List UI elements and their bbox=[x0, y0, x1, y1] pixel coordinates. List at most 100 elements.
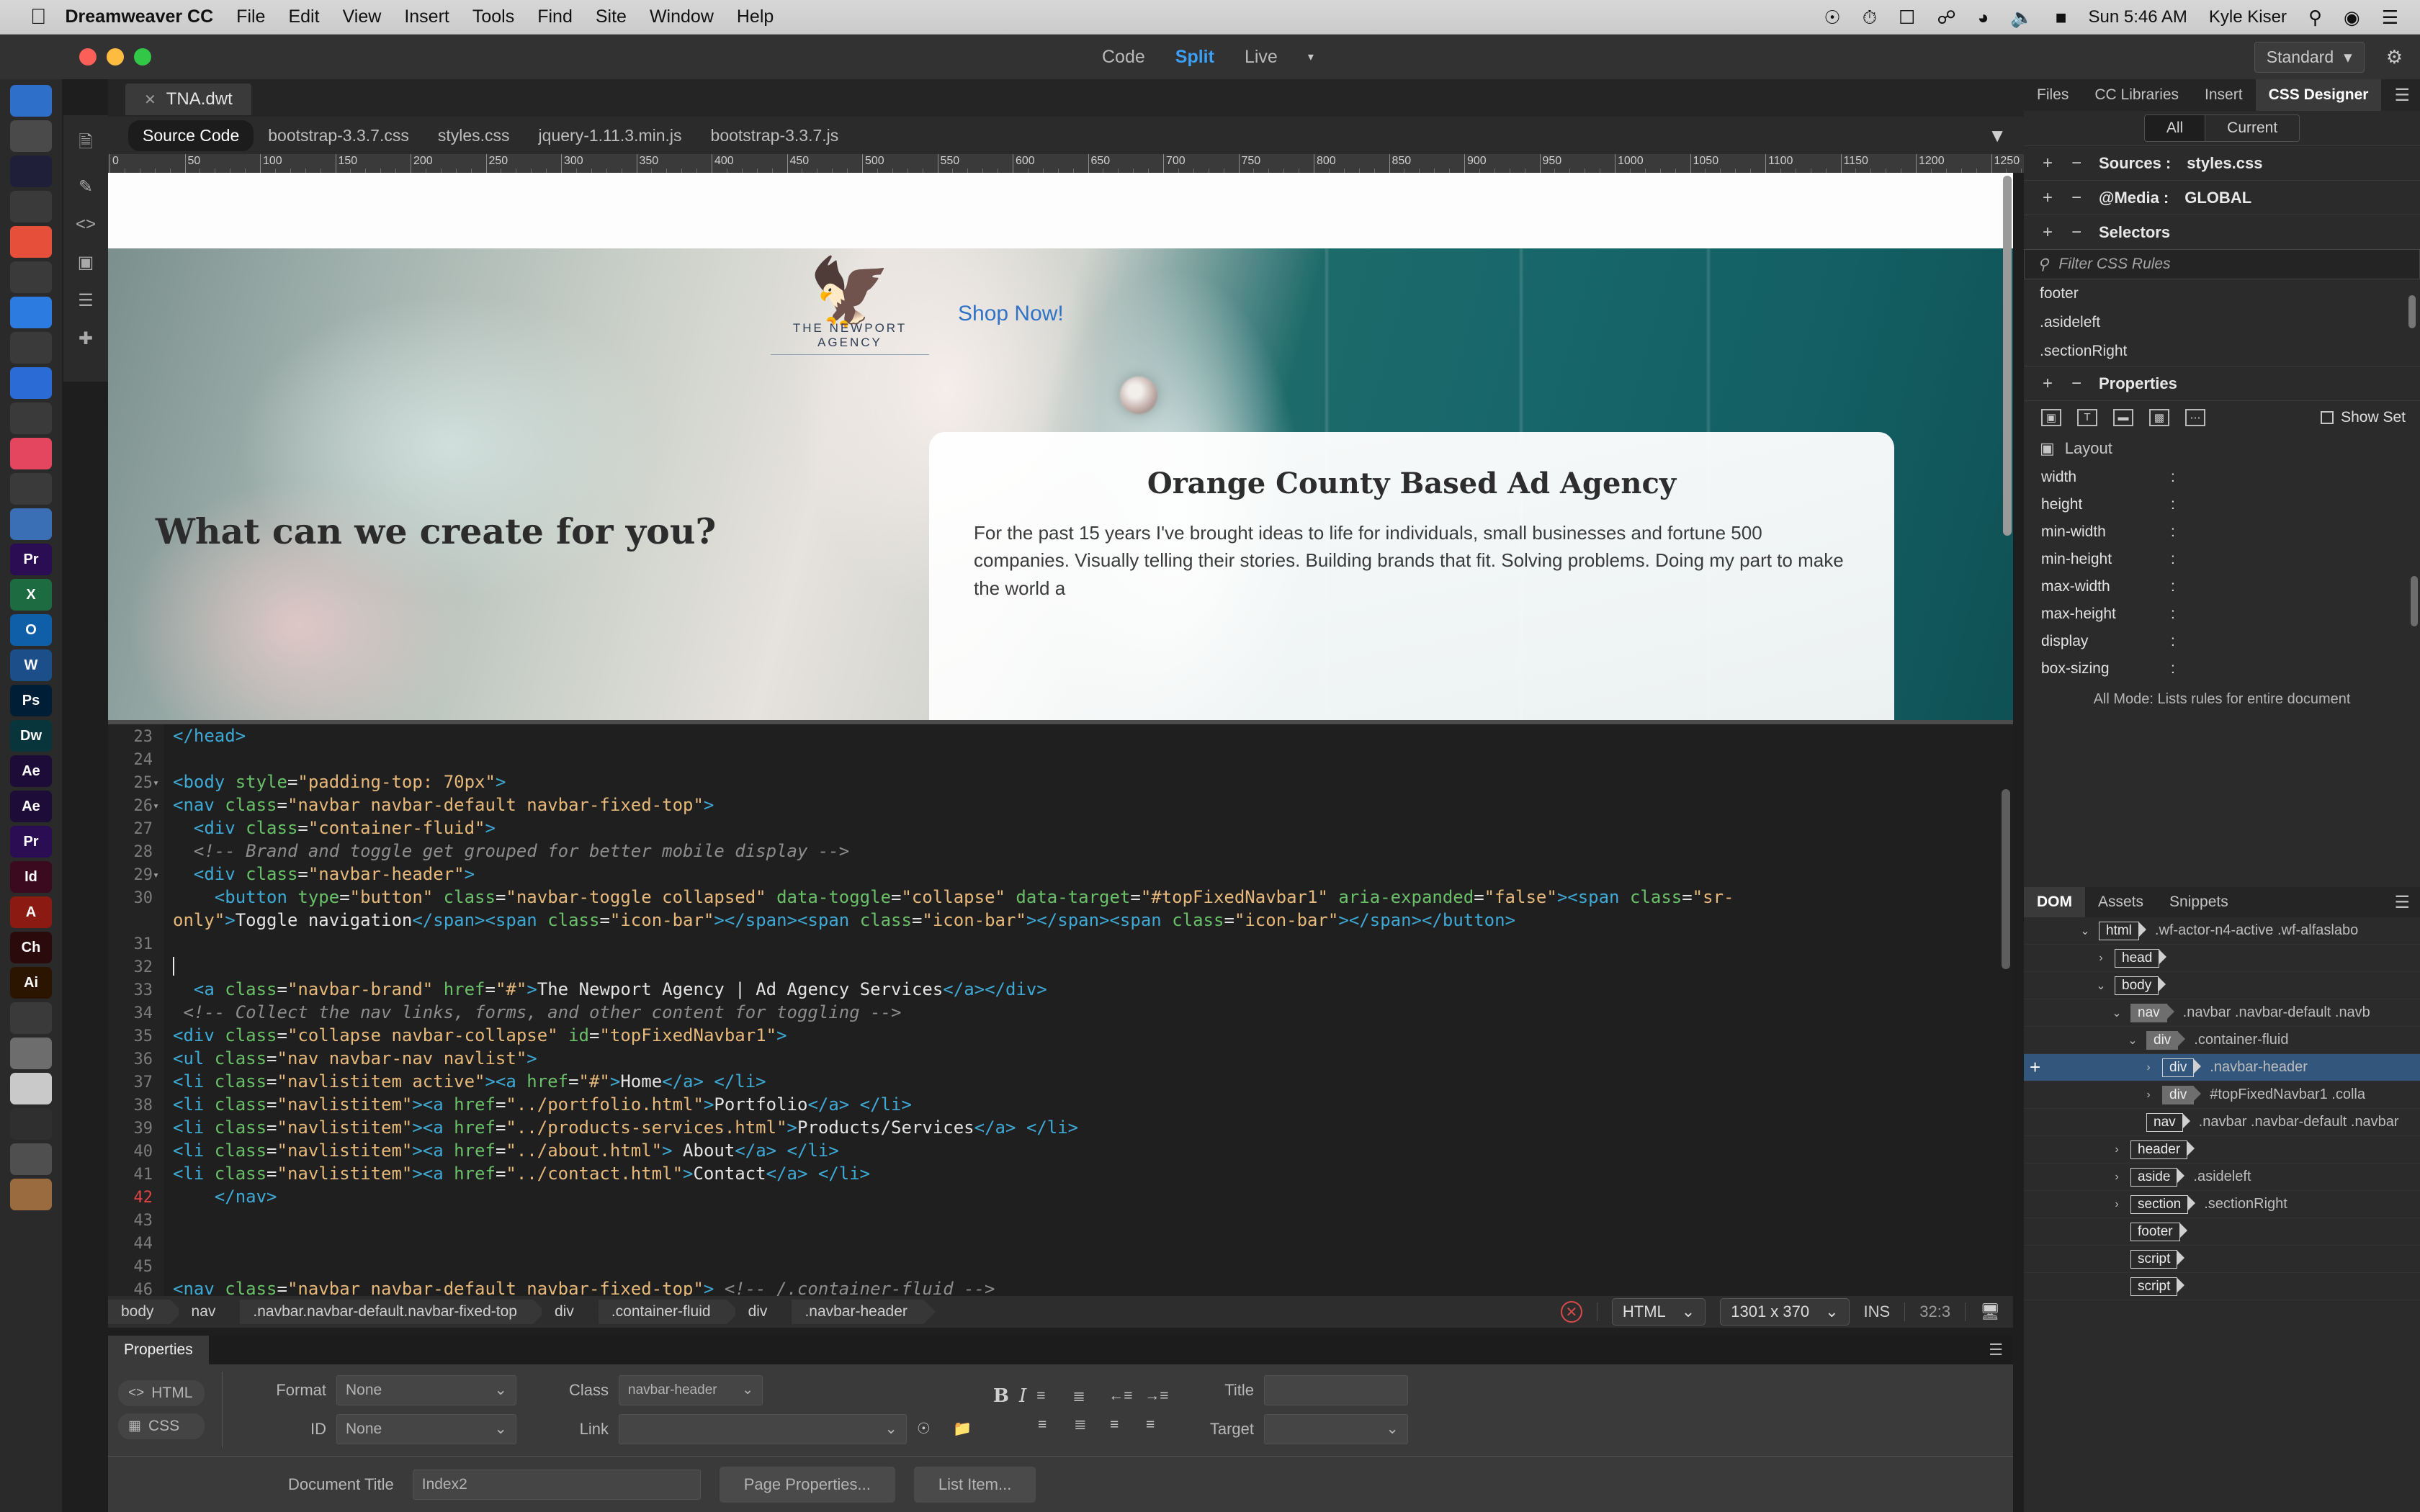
document-title-input[interactable]: Index2 bbox=[412, 1469, 701, 1500]
dom-node-aside[interactable]: › aside .asideleft bbox=[2024, 1164, 2420, 1191]
css-property-min-width[interactable]: min-width: bbox=[2024, 518, 2420, 546]
properties-section-row[interactable]: + − Properties bbox=[2024, 366, 2420, 400]
shop-now-link[interactable]: Shop Now! bbox=[958, 302, 1064, 326]
code-line[interactable]: 41 <li class="navlistitem"><a href="../co… bbox=[108, 1164, 2002, 1187]
code-fold-toggle[interactable] bbox=[153, 1187, 169, 1191]
unordered-list-icon[interactable]: ≡ bbox=[1036, 1387, 1062, 1405]
code-fold-toggle[interactable] bbox=[153, 910, 169, 914]
link-input[interactable]: ⌄ bbox=[619, 1413, 907, 1444]
filter-icon[interactable]: ▼ bbox=[1988, 125, 2007, 147]
border-icon[interactable]: ▬ bbox=[2113, 408, 2133, 426]
panel-menu-icon[interactable]: ☰ bbox=[2384, 887, 2420, 917]
remove-property-icon[interactable]: − bbox=[2070, 374, 2083, 394]
breadcrumb-item-1[interactable]: nav bbox=[178, 1300, 244, 1324]
gear-icon[interactable]: ⚙ bbox=[2386, 46, 2403, 68]
workspace-switcher-button[interactable]: Standard ▾ bbox=[2254, 41, 2365, 73]
code-fold-toggle[interactable] bbox=[153, 979, 169, 984]
scope-current-button[interactable]: Current bbox=[2205, 114, 2300, 142]
dock-item-dreamweaver[interactable]: Dw bbox=[10, 720, 52, 752]
menu-find[interactable]: Find bbox=[537, 6, 573, 27]
code-editor[interactable]: 23 </head> 24 25 ▾ <body style="padding-top: … bbox=[108, 724, 2013, 1296]
panel-tab-cc-libraries[interactable]: CC Libraries bbox=[2081, 79, 2192, 111]
code-line[interactable]: only">Toggle navigation</span><span clas… bbox=[108, 910, 2002, 933]
code-line[interactable]: 37 <li class="navlistitem active"><a href… bbox=[108, 1071, 2002, 1094]
outdent-icon[interactable]: ←≡ bbox=[1108, 1387, 1134, 1405]
add-selector-icon[interactable]: + bbox=[2041, 222, 2054, 243]
dom-node-script[interactable]: script bbox=[2024, 1246, 2420, 1273]
dock-item-word[interactable]: W bbox=[10, 649, 52, 681]
code-fold-toggle[interactable] bbox=[153, 1140, 169, 1145]
layout-icon[interactable]: ▣ bbox=[2041, 408, 2061, 426]
dock-item-photoshop[interactable]: Ps bbox=[10, 685, 52, 716]
css-property-height[interactable]: height: bbox=[2024, 491, 2420, 518]
dock-item-excel[interactable]: X bbox=[10, 579, 52, 611]
add-element-icon[interactable]: + bbox=[2024, 1056, 2048, 1079]
add-source-icon[interactable]: + bbox=[2041, 153, 2054, 174]
code-line[interactable]: 25 ▾ <body style="padding-top: 70px"> bbox=[108, 772, 2002, 795]
selectors-row[interactable]: + − Selectors bbox=[2024, 215, 2420, 249]
code-fold-toggle[interactable] bbox=[153, 1210, 169, 1214]
related-file-tab-4[interactable]: bootstrap-3.3.7.js bbox=[696, 120, 853, 151]
menu-file[interactable]: File bbox=[236, 6, 265, 27]
add-property-icon[interactable]: + bbox=[2041, 374, 2054, 394]
selector-item-2[interactable]: .sectionRight bbox=[2024, 337, 2420, 366]
real-time-preview-icon[interactable]: 🖥 bbox=[1980, 1302, 2000, 1321]
media-row[interactable]: + − @Media : GLOBAL bbox=[2024, 180, 2420, 215]
dom-expand-toggle[interactable]: › bbox=[2110, 1143, 2123, 1156]
panel-menu-icon[interactable]: ☰ bbox=[2384, 79, 2420, 111]
html-mode-button[interactable]: <> HTML bbox=[118, 1380, 205, 1406]
code-fold-toggle[interactable] bbox=[153, 933, 169, 937]
code-line[interactable]: 32 bbox=[108, 956, 2002, 979]
selector-item-1[interactable]: .asideleft bbox=[2024, 308, 2420, 337]
dom-node-body[interactable]: ⌄ body bbox=[2024, 972, 2420, 999]
code-fold-toggle[interactable]: ▾ bbox=[153, 795, 169, 812]
customize-toolbar-icon[interactable]: ✚ bbox=[79, 328, 93, 349]
code-fold-toggle[interactable] bbox=[153, 1025, 169, 1030]
code-line[interactable]: 44 bbox=[108, 1233, 2002, 1256]
battery-icon[interactable]: ■ bbox=[2056, 8, 2067, 27]
dom-expand-toggle[interactable]: › bbox=[2142, 1061, 2155, 1074]
css-mode-button[interactable]: ▦ CSS bbox=[118, 1413, 205, 1439]
dom-node-div[interactable]: + › div .navbar-header bbox=[2024, 1054, 2420, 1081]
breadcrumb-item-5[interactable]: div bbox=[735, 1300, 796, 1324]
document-tab[interactable]: ✕ TNA.dwt bbox=[125, 84, 251, 115]
breadcrumb-item-0[interactable]: body bbox=[108, 1300, 182, 1324]
breadcrumb-item-2[interactable]: .navbar.navbar-default.navbar-fixed-top bbox=[240, 1300, 545, 1324]
css-property-display[interactable]: display: bbox=[2024, 628, 2420, 655]
live-view-preview[interactable]: What can we create for you? 🦅 THE NEWPOR… bbox=[108, 173, 2013, 720]
dom-node-html[interactable]: ⌄ html .wf-actor-n4-active .wf-alfaslabo bbox=[2024, 917, 2420, 945]
code-line[interactable]: 40 <li class="navlistitem"><a href="../ab… bbox=[108, 1140, 2002, 1164]
more-icon[interactable]: ⋯ bbox=[2185, 408, 2205, 426]
code-fold-toggle[interactable] bbox=[153, 1256, 169, 1260]
ncs-icon[interactable]: ☉ bbox=[1824, 8, 1840, 27]
related-file-tab-0[interactable]: Source Code bbox=[128, 120, 254, 151]
panel-tab-css-designer[interactable]: CSS Designer bbox=[2255, 79, 2382, 111]
code-line[interactable]: 24 bbox=[108, 749, 2002, 772]
code-fold-toggle[interactable] bbox=[153, 1071, 169, 1076]
window-size-selector[interactable]: 1301 x 370 ⌄ bbox=[1720, 1298, 1850, 1326]
site-logo[interactable]: 🦅 THE NEWPORT AGENCY bbox=[771, 259, 929, 355]
unordered-list-alt-icon[interactable]: ≡ bbox=[1038, 1416, 1064, 1434]
code-line[interactable]: 28 <!-- Brand and toggle get grouped for… bbox=[108, 841, 2002, 864]
code-line[interactable]: 27 <div class="container-fluid"> bbox=[108, 818, 2002, 841]
code-line[interactable]: 46 <nav class="navbar navbar-default navb… bbox=[108, 1279, 2002, 1296]
code-line[interactable]: 36 <ul class="nav navbar-nav navlist"> bbox=[108, 1048, 2002, 1071]
error-icon[interactable]: ✕ bbox=[1560, 1301, 1582, 1323]
dock-item-photos[interactable] bbox=[10, 508, 52, 540]
dom-node-div[interactable]: › div #topFixedNavbar1 .colla bbox=[2024, 1081, 2420, 1109]
dock-item-dw-doc[interactable] bbox=[10, 120, 52, 152]
code-line[interactable]: 35 <div class="collapse navbar-collapse" … bbox=[108, 1025, 2002, 1048]
dock-item-chrome[interactable] bbox=[10, 226, 52, 258]
code-fold-toggle[interactable]: ▾ bbox=[153, 772, 169, 789]
target-select[interactable]: ⌄ bbox=[1264, 1413, 1408, 1444]
code-fold-toggle[interactable] bbox=[153, 818, 169, 822]
dock-item-safari[interactable] bbox=[10, 367, 52, 399]
file-management-icon[interactable]: ✎ bbox=[79, 176, 93, 197]
code-line[interactable]: 23 </head> bbox=[108, 726, 2002, 749]
close-icon[interactable]: ✕ bbox=[144, 91, 156, 109]
dock-item-character-animator[interactable]: Ch bbox=[10, 932, 52, 963]
ordered-list-icon[interactable]: ≣ bbox=[1072, 1387, 1098, 1405]
css-property-min-height[interactable]: min-height: bbox=[2024, 546, 2420, 573]
menu-help[interactable]: Help bbox=[737, 6, 774, 27]
open-documents-icon[interactable]: 🗎 bbox=[79, 130, 92, 159]
